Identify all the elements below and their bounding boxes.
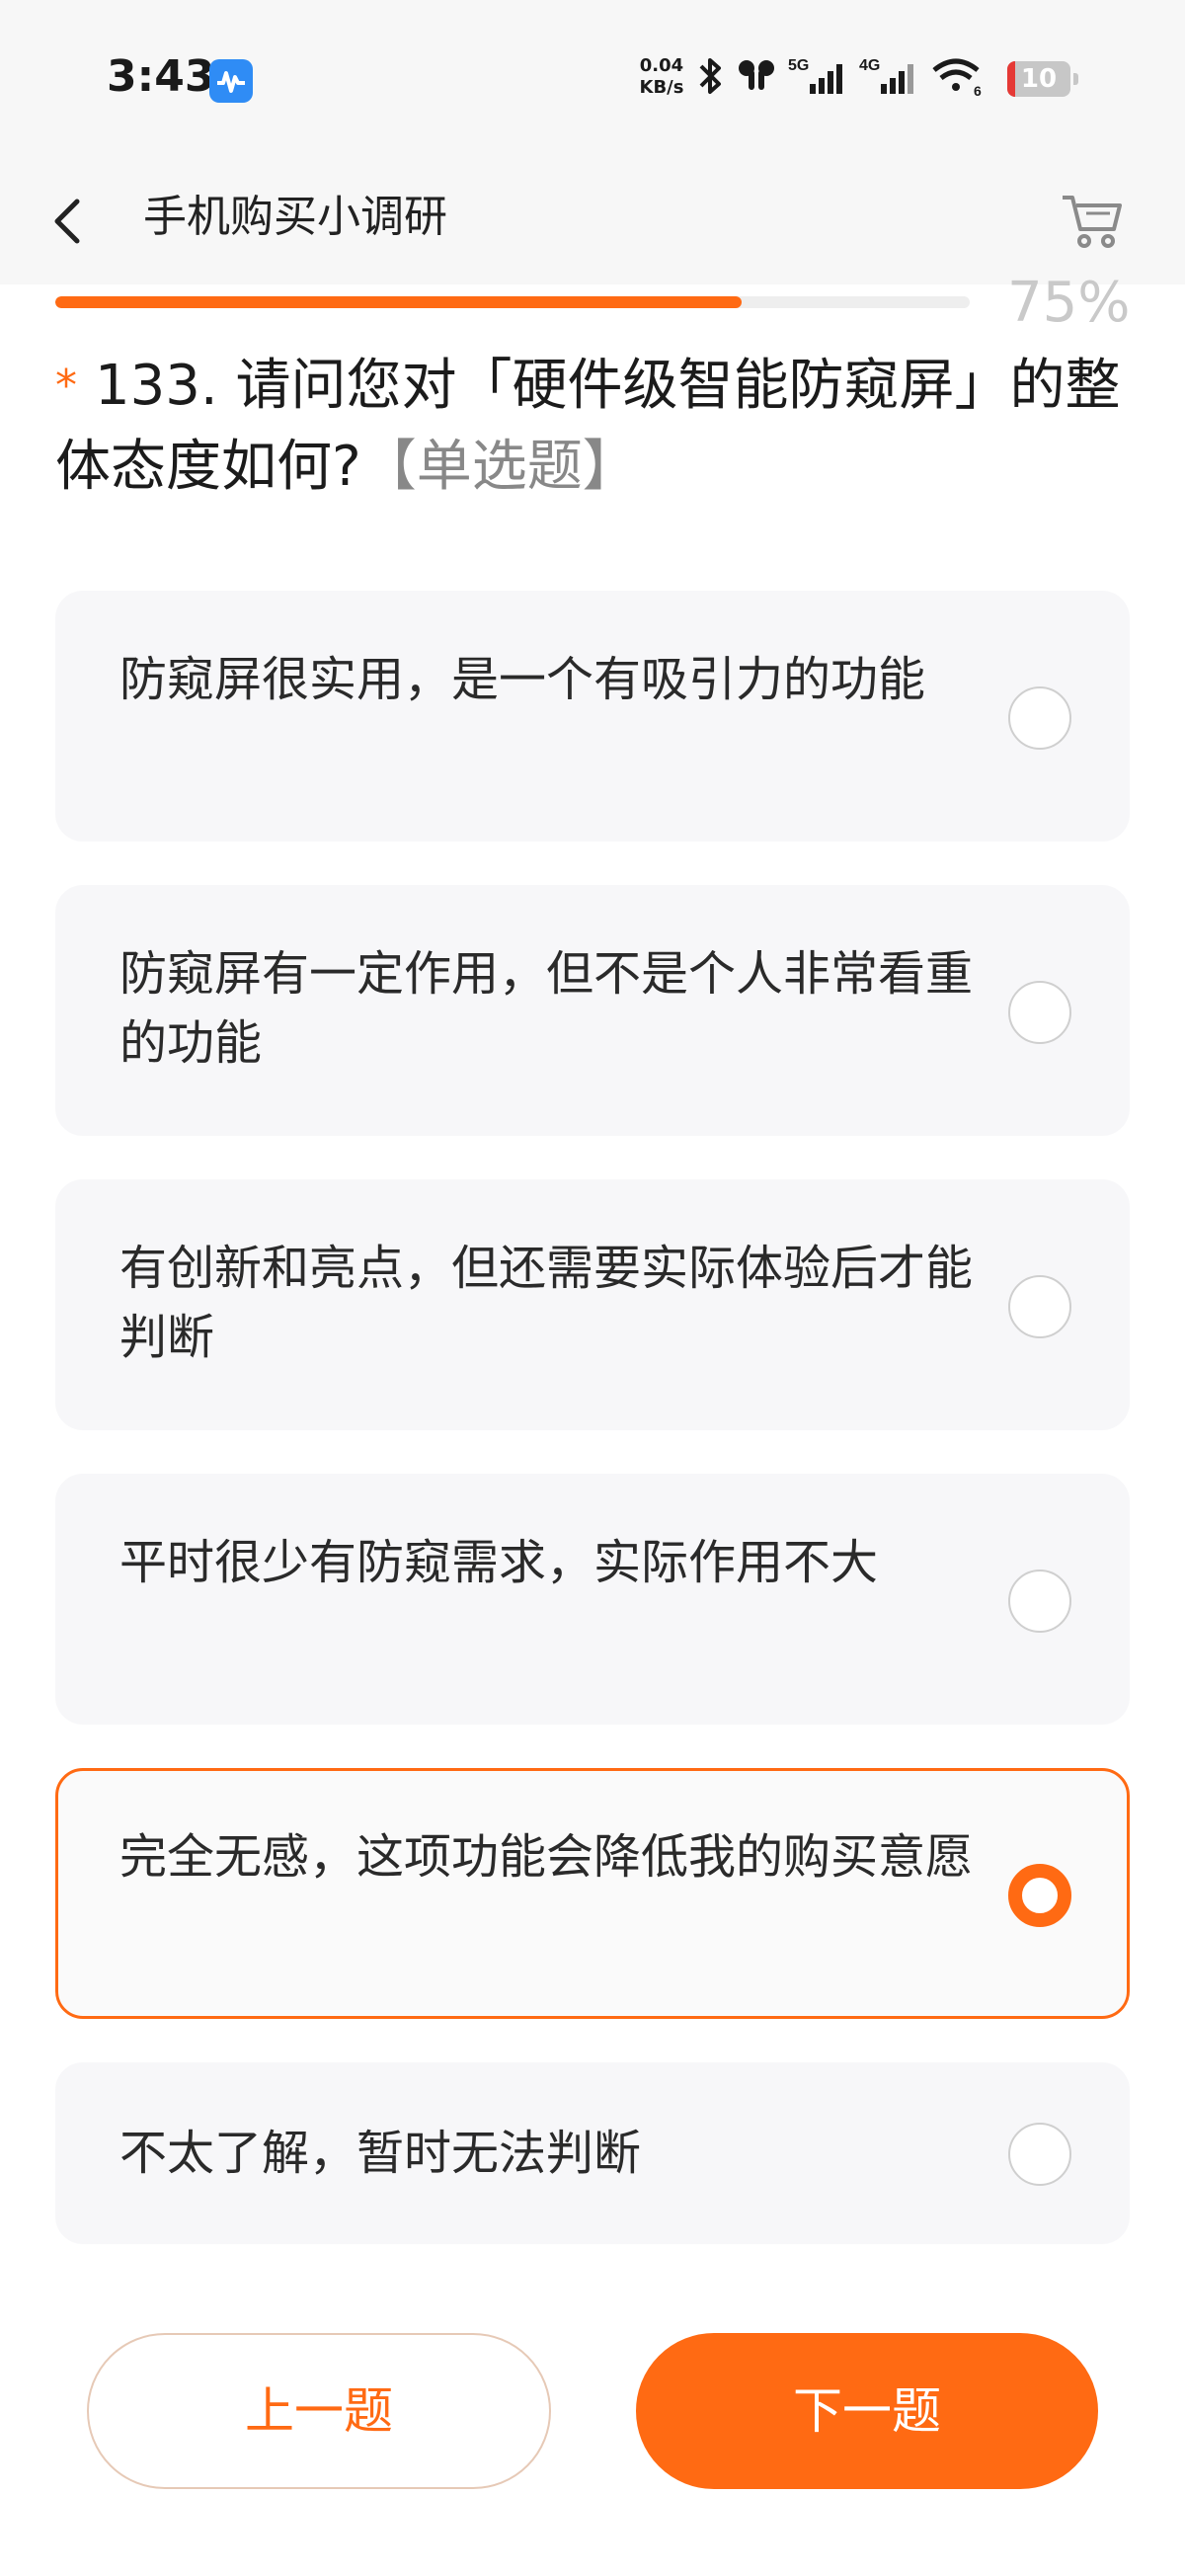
option-label: 有创新和亮点，但还需要实际体验后才能判断 — [119, 1241, 974, 1365]
progress-percent: 75% — [1007, 271, 1131, 335]
option-3[interactable]: 有创新和亮点，但还需要实际体验后才能判断 — [55, 1179, 1130, 1430]
wifi-icon: 6 — [930, 54, 986, 102]
option-label: 防窥屏有一定作用，但不是个人非常看重的功能 — [119, 946, 974, 1071]
signal-5g-icon: 5G — [788, 54, 849, 102]
cart-icon — [1063, 196, 1122, 248]
net-speed-unit: KB/s — [639, 77, 684, 98]
status-icons: 5G 4G 6 — [695, 53, 986, 103]
status-time: 3:43 — [107, 51, 215, 102]
progress-bar — [55, 296, 970, 308]
network-5g-label: 5G — [788, 57, 809, 74]
option-label: 防窥屏很实用，是一个有吸引力的功能 — [119, 652, 926, 707]
radio-button-selected[interactable] — [1008, 1864, 1071, 1927]
radio-button[interactable] — [1008, 981, 1071, 1044]
wifi-label: 6 — [974, 83, 982, 98]
app-notification-icon — [209, 59, 253, 103]
network-4g-label: 4G — [859, 57, 880, 74]
net-speed-value: 0.04 — [639, 55, 684, 76]
radio-button[interactable] — [1008, 1570, 1071, 1633]
question-title: * 133. 请问您对「硬件级智能防窥屏」的整体态度如何?【单选题】 — [55, 346, 1132, 508]
signal-4g-icon: 4G — [859, 54, 920, 102]
battery-indicator: 10 — [1007, 61, 1078, 97]
option-2[interactable]: 防窥屏有一定作用，但不是个人非常看重的功能 — [55, 885, 1130, 1136]
option-5[interactable]: 完全无感，这项功能会降低我的购买意愿 — [55, 1768, 1130, 2019]
question-type: 【单选题】 — [360, 435, 638, 499]
radio-button[interactable] — [1008, 686, 1071, 750]
chevron-left-icon — [54, 199, 80, 244]
bluetooth-icon — [695, 54, 725, 102]
next-question-button[interactable]: 下一题 — [636, 2333, 1098, 2489]
required-star: * — [55, 361, 77, 411]
net-speed: 0.04 KB/s — [632, 55, 691, 99]
option-4[interactable]: 平时很少有防窥需求，实际作用不大 — [55, 1474, 1130, 1725]
option-6[interactable]: 不太了解，暂时无法判断 — [55, 2062, 1130, 2244]
option-label: 不太了解，暂时无法判断 — [119, 2126, 642, 2181]
previous-question-button[interactable]: 上一题 — [87, 2333, 551, 2489]
header: 手机购买小调研 — [0, 158, 1185, 284]
radio-button[interactable] — [1008, 2123, 1071, 2186]
page-title: 手机购买小调研 — [143, 192, 447, 242]
option-label: 完全无感，这项功能会降低我的购买意愿 — [119, 1829, 974, 1885]
earbuds-icon — [735, 54, 778, 102]
back-button[interactable] — [40, 182, 99, 261]
radio-button[interactable] — [1008, 1275, 1071, 1338]
option-label: 平时很少有防窥需求，实际作用不大 — [119, 1535, 879, 1590]
progress-fill — [55, 296, 742, 308]
cart-button[interactable] — [1057, 186, 1126, 255]
option-1[interactable]: 防窥屏很实用，是一个有吸引力的功能 — [55, 591, 1130, 842]
status-bar: 3:43 0.04 KB/s 5G 4G 6 10 — [0, 0, 1185, 158]
